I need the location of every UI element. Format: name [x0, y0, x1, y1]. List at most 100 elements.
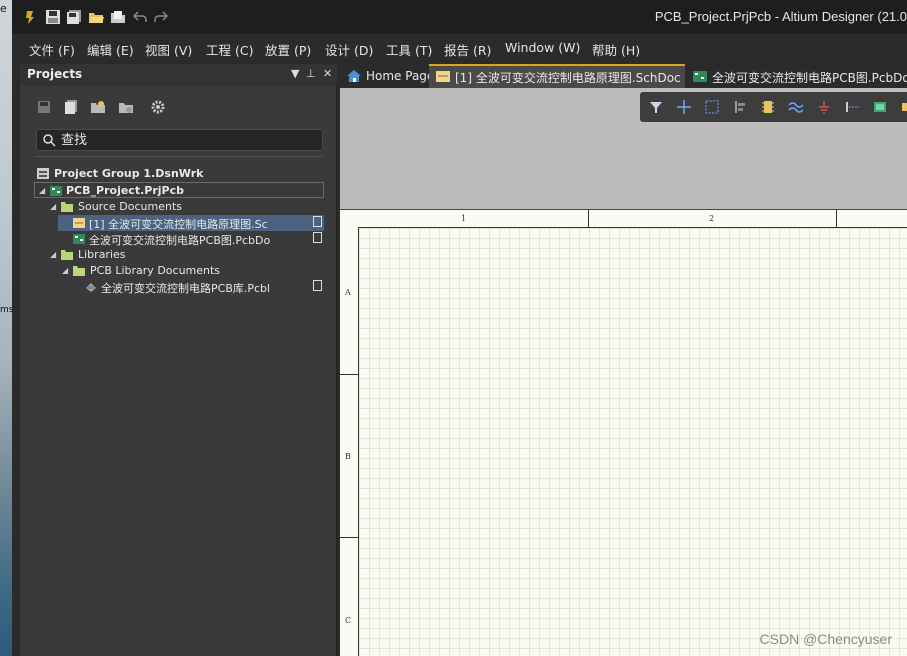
zone-divider	[588, 210, 589, 227]
tab-pcb-doc[interactable]: 全波可变交流控制电路PCB图.PcbDo	[686, 64, 907, 88]
zone-label-column: 1	[461, 214, 467, 223]
gear-icon[interactable]	[150, 99, 166, 115]
zone-label-row: B	[345, 452, 351, 461]
divider	[36, 156, 323, 157]
pcb-project-icon	[50, 186, 62, 196]
tree-item-project-group[interactable]: Project Group 1.DsnWrk	[34, 166, 324, 182]
pcb-doc-icon	[73, 234, 85, 244]
open-project-icon[interactable]	[110, 9, 126, 25]
undo-icon[interactable]	[132, 9, 148, 25]
collapse-arrow-icon[interactable]: ◢	[50, 250, 56, 259]
collapse-arrow-icon[interactable]: ◢	[62, 266, 68, 275]
tree-label: 全波可变交流控制电路PCB库.Pcbl	[101, 282, 271, 295]
redo-icon[interactable]	[153, 9, 169, 25]
menu-file[interactable]: 文件 (F)	[29, 40, 75, 59]
tab-label: [1] 全波可变交流控制电路原理图.SchDoc	[455, 71, 681, 85]
tab-label: 全波可变交流控制电路PCB图.PcbDo	[712, 71, 907, 85]
collapse-arrow-icon[interactable]: ◢	[50, 202, 56, 211]
projects-panel: Projects ▼ ⊥ ✕ Project Group 1.DsnW	[20, 64, 337, 656]
menu-window[interactable]: Window (W)	[505, 40, 580, 55]
add-existing-icon[interactable]	[90, 99, 106, 115]
menu-help[interactable]: 帮助 (H)	[592, 40, 640, 59]
schematic-doc-icon	[73, 218, 85, 228]
search-box	[36, 129, 323, 151]
panel-menu-icon[interactable]: ▼	[291, 67, 299, 80]
zone-label-column: 2	[709, 214, 715, 223]
power-port-icon[interactable]	[816, 99, 832, 115]
filter-icon[interactable]	[648, 99, 664, 115]
move-icon[interactable]	[676, 99, 692, 115]
desktop-glyph: e	[0, 2, 7, 15]
tree-label: 全波可变交流控制电路PCB图.PcbDo	[89, 234, 271, 247]
menu-tools[interactable]: 工具 (T)	[386, 40, 432, 59]
place-part-icon[interactable]	[760, 99, 776, 115]
tab-schematic-doc[interactable]: [1] 全波可变交流控制电路原理图.SchDoc	[429, 64, 685, 88]
zone-label-row: C	[345, 616, 352, 625]
wire-icon[interactable]	[788, 99, 804, 115]
menu-reports[interactable]: 报告 (R)	[444, 40, 491, 59]
document-status-icon	[313, 232, 322, 243]
tree-label: PCB Library Documents	[90, 264, 221, 277]
open-folder-icon[interactable]	[88, 9, 104, 25]
panel-toolbar	[20, 94, 337, 122]
tab-home-page[interactable]: Home Page	[340, 64, 434, 88]
document-status-icon	[313, 216, 322, 227]
save-icon[interactable]	[45, 9, 61, 25]
align-icon[interactable]	[732, 99, 748, 115]
menu-bar: 文件 (F) 编辑 (E) 视图 (V) 工程 (C) 放置 (P) 设计 (D…	[12, 34, 907, 62]
panel-title: Projects	[27, 67, 83, 81]
folder-icon	[61, 202, 73, 212]
menu-edit[interactable]: 编辑 (E)	[87, 40, 134, 59]
sheet-symbol-icon[interactable]	[872, 99, 888, 115]
desktop-background: e ms	[0, 0, 14, 656]
tree-item-pcb-library-documents[interactable]: ◢ PCB Library Documents	[46, 263, 324, 279]
window-title: PCB_Project.PrjPcb - Altium Designer (21…	[654, 9, 907, 24]
menu-project[interactable]: 工程 (C)	[206, 40, 253, 59]
menu-view[interactable]: 视图 (V)	[145, 40, 192, 59]
tree-item-source-documents[interactable]: ◢ Source Documents	[34, 199, 324, 215]
zone-divider	[836, 210, 837, 227]
zone-label-row: A	[345, 288, 351, 297]
close-icon[interactable]: ✕	[323, 67, 332, 80]
pin-icon[interactable]: ⊥	[306, 67, 316, 80]
search-input[interactable]	[61, 131, 316, 149]
watermark: CSDN @Chencyuser	[759, 631, 892, 647]
tree-item-project[interactable]: ◢ PCB_Project.PrjPcb	[34, 182, 324, 198]
tree-item-schematic-doc[interactable]: [1] 全波可变交流控制电路原理图.Sc	[58, 215, 324, 231]
workspace-icon	[37, 168, 49, 179]
menu-place[interactable]: 放置 (P)	[265, 40, 311, 59]
active-bar-toolbar	[640, 92, 907, 122]
home-icon	[347, 70, 361, 82]
tab-label: Home Page	[366, 69, 435, 83]
directive-icon[interactable]	[900, 99, 907, 115]
project-options-icon[interactable]	[118, 99, 134, 115]
desktop-glyph-mid: ms	[0, 305, 14, 315]
harness-icon[interactable]	[844, 99, 860, 115]
title-bar: PCB_Project.PrjPcb - Altium Designer (21…	[12, 0, 907, 34]
tree-label: Source Documents	[78, 200, 182, 213]
tree-item-pcb-doc[interactable]: 全波可变交流控制电路PCB图.PcbDo	[58, 231, 324, 247]
select-icon[interactable]	[704, 99, 720, 115]
tree-label: Libraries	[78, 248, 126, 261]
search-icon	[43, 134, 56, 147]
compile-icon[interactable]	[63, 99, 79, 115]
tree-label: [1] 全波可变交流控制电路原理图.Sc	[89, 218, 268, 231]
folder-icon	[73, 266, 85, 276]
altium-logo-icon	[26, 11, 34, 24]
tree-label: PCB_Project.PrjPcb	[66, 184, 184, 197]
schematic-editor[interactable]: 1 2 A B C	[340, 88, 907, 656]
collapse-arrow-icon[interactable]: ◢	[39, 186, 45, 195]
zone-divider	[340, 374, 358, 375]
schematic-doc-icon	[436, 71, 450, 82]
folder-icon	[61, 250, 73, 260]
tree-item-libraries[interactable]: ◢ Libraries	[34, 247, 324, 263]
drawing-area[interactable]	[358, 227, 907, 656]
schematic-sheet[interactable]: 1 2 A B C	[340, 209, 907, 656]
menu-design[interactable]: 设计 (D)	[325, 40, 373, 59]
save-all-icon[interactable]	[66, 9, 82, 25]
tree-item-pcb-library-doc[interactable]: 全波可变交流控制电路PCB库.Pcbl	[70, 279, 324, 295]
zone-divider	[340, 537, 358, 538]
tree-label: Project Group 1.DsnWrk	[54, 167, 204, 180]
document-status-icon	[313, 280, 322, 291]
save-icon[interactable]	[36, 99, 52, 115]
